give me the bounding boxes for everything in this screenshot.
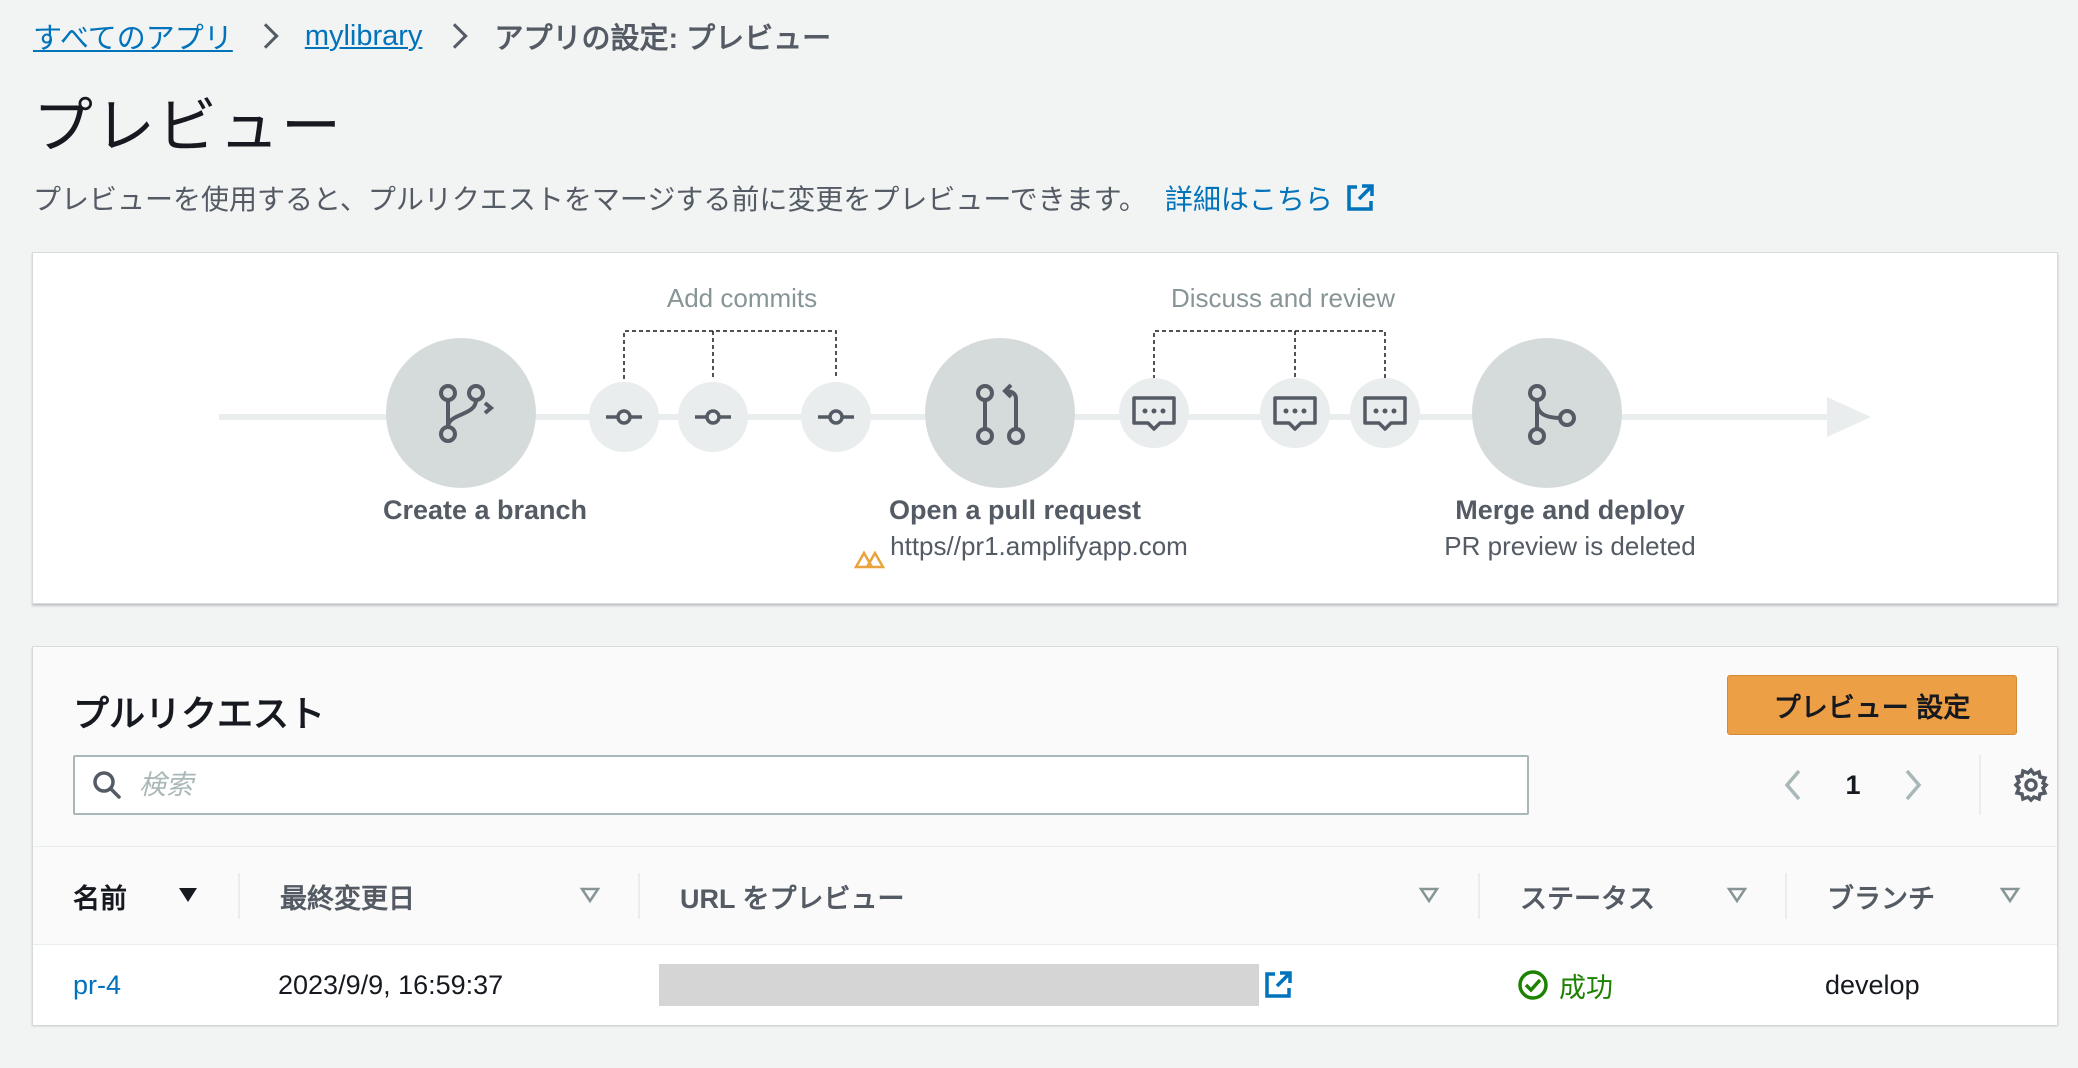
column-divider <box>1478 873 1480 919</box>
table-row: pr-4 2023/9/9, 16:59:37 成功 develop <box>33 945 2057 1025</box>
table-preferences-button[interactable] <box>2011 765 2051 805</box>
learn-more-label: 詳細はこちら <box>1164 184 1333 215</box>
pr-name-link[interactable]: pr-4 <box>73 970 121 1001</box>
discuss-review-label: Discuss and review <box>1171 283 1395 313</box>
external-link-icon <box>1347 184 1374 211</box>
preview-settings-button[interactable]: プレビュー 設定 <box>1727 675 2017 735</box>
comment-icon <box>1260 378 1330 448</box>
pull-request-icon <box>925 338 1075 488</box>
external-link-icon[interactable] <box>1263 970 1293 1000</box>
previous-page-button[interactable] <box>1773 755 1813 815</box>
column-divider <box>638 873 640 919</box>
step-merge-deploy-subtitle: PR preview is deleted <box>1444 531 1696 561</box>
sort-icon[interactable] <box>1726 885 1748 905</box>
cell-name: pr-4 <box>73 945 121 1025</box>
learn-more-link[interactable]: 詳細はこちら <box>1165 178 1375 218</box>
description-text: プレビューを使用すると、プルリクエストをマージする前に変更をプレビューできます。 <box>33 184 1147 215</box>
status-success: 成功 <box>1517 966 1613 1005</box>
column-header-modified-label: 最終変更日 <box>280 883 415 914</box>
pull-requests-panel: プルリクエスト プレビュー 設定 1 <box>32 646 2058 1025</box>
sort-icon[interactable] <box>579 885 601 905</box>
merge-icon <box>1472 338 1622 488</box>
breadcrumb: すべてのアプリ mylibrary アプリの設定: プレビュー <box>33 16 831 56</box>
search-icon <box>91 769 123 801</box>
redacted-url <box>659 964 1259 1006</box>
pager-divider <box>1979 755 1981 815</box>
comment-icon <box>1350 378 1420 448</box>
preview-workflow-diagram: Add commits Discuss and review Create a … <box>32 252 2058 604</box>
column-divider <box>238 873 240 919</box>
search-field[interactable] <box>73 755 1529 815</box>
cell-branch: develop <box>1825 969 1920 1000</box>
column-header-preview-url-label: URL をプレビュー <box>680 883 905 914</box>
discuss-bracket <box>1153 330 1386 379</box>
chevron-left-icon <box>1784 769 1801 801</box>
pull-requests-header: プルリクエスト プレビュー 設定 1 <box>33 647 2057 847</box>
column-header-status[interactable]: ステータス <box>1520 847 1655 945</box>
column-header-branch[interactable]: ブランチ <box>1827 847 1935 945</box>
chevron-right-icon <box>442 23 469 49</box>
breadcrumb-app[interactable]: mylibrary <box>305 20 423 53</box>
gear-icon <box>2013 767 2049 803</box>
add-commits-label: Add commits <box>666 283 818 313</box>
pull-requests-title: プルリクエスト <box>73 693 326 734</box>
current-page[interactable]: 1 <box>1813 770 1893 801</box>
sort-icon[interactable] <box>1418 885 1440 905</box>
commit-icon <box>678 382 748 452</box>
commit-icon <box>589 382 659 452</box>
column-header-preview-url[interactable]: URL をプレビュー <box>680 847 905 945</box>
cell-preview-url <box>659 945 1293 1025</box>
step-open-pr-url: https//pr1.amplifyapp.com <box>862 531 1188 562</box>
column-header-branch-label: ブランチ <box>1827 883 1935 914</box>
breadcrumb-current: アプリの設定: プレビュー <box>494 23 832 55</box>
cell-modified: 2023/9/9, 16:59:37 <box>278 969 504 1000</box>
pr-preview-url: https//pr1.amplifyapp.com <box>890 531 1188 561</box>
chevron-right-icon <box>253 23 279 49</box>
branch-icon <box>386 338 536 488</box>
column-header-status-label: ステータス <box>1520 883 1655 914</box>
column-header-name[interactable]: 名前 <box>73 847 127 945</box>
column-header-name-label: 名前 <box>73 883 127 914</box>
search-input[interactable] <box>139 769 1439 801</box>
success-check-icon <box>1518 970 1548 1000</box>
status-label: 成功 <box>1559 972 1613 1003</box>
step-create-branch-title: Create a branch <box>382 495 588 525</box>
comment-icon <box>1119 378 1189 448</box>
cell-status: 成功 <box>1517 945 1613 1025</box>
page-title: プレビュー <box>33 93 343 160</box>
step-open-pr-title: Open a pull request <box>888 495 1142 525</box>
breadcrumb-all-apps[interactable]: すべてのアプリ <box>33 15 233 57</box>
timeline-arrow-icon <box>1827 397 1871 437</box>
step-merge-deploy-title: Merge and deploy <box>1455 495 1685 525</box>
column-header-modified[interactable]: 最終変更日 <box>280 847 415 945</box>
pagination: 1 <box>1773 755 1933 815</box>
sort-descending-icon[interactable] <box>177 885 199 905</box>
add-commits-bracket <box>623 330 837 379</box>
table-header: 名前 最終変更日 URL をプレビュー ステータス ブランチ <box>33 847 2057 945</box>
chevron-right-icon <box>1905 769 1922 801</box>
sort-icon[interactable] <box>1999 885 2021 905</box>
column-divider <box>1785 873 1787 919</box>
commit-icon <box>801 382 871 452</box>
next-page-button[interactable] <box>1893 755 1933 815</box>
page-description: プレビューを使用すると、プルリクエストをマージする前に変更をプレビューできます。… <box>33 178 1375 218</box>
